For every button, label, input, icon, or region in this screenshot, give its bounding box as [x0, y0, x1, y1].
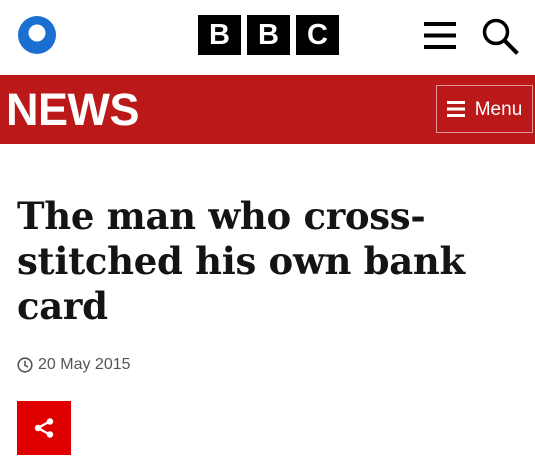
news-section-bar: NEWS Menu [0, 75, 535, 144]
share-icon [34, 418, 54, 438]
clock-icon [17, 357, 33, 373]
news-wordmark[interactable]: NEWS [6, 86, 140, 134]
search-button[interactable] [481, 17, 519, 55]
more-menu-button[interactable] [424, 22, 456, 49]
bbc-logo-block-3: C [296, 15, 339, 55]
share-button[interactable] [17, 401, 71, 455]
menu-label: Menu [474, 98, 523, 120]
menu-icon [446, 101, 465, 117]
news-menu-button[interactable]: Menu [436, 85, 533, 133]
bbc-logo-block-1: B [198, 15, 241, 55]
search-icon [482, 18, 519, 55]
article-headline: The man who cross-stitched his own bank … [17, 194, 465, 328]
account-icon [18, 16, 56, 54]
top-navigation-bar: B B C [0, 0, 535, 75]
account-button[interactable] [17, 15, 57, 55]
hamburger-icon [424, 22, 456, 49]
article-date: 20 May 2015 [38, 356, 131, 373]
bbc-logo-block-2: B [247, 15, 290, 55]
bbc-logo[interactable]: B B C [198, 15, 339, 55]
article-dateline: 20 May 2015 [17, 355, 131, 375]
